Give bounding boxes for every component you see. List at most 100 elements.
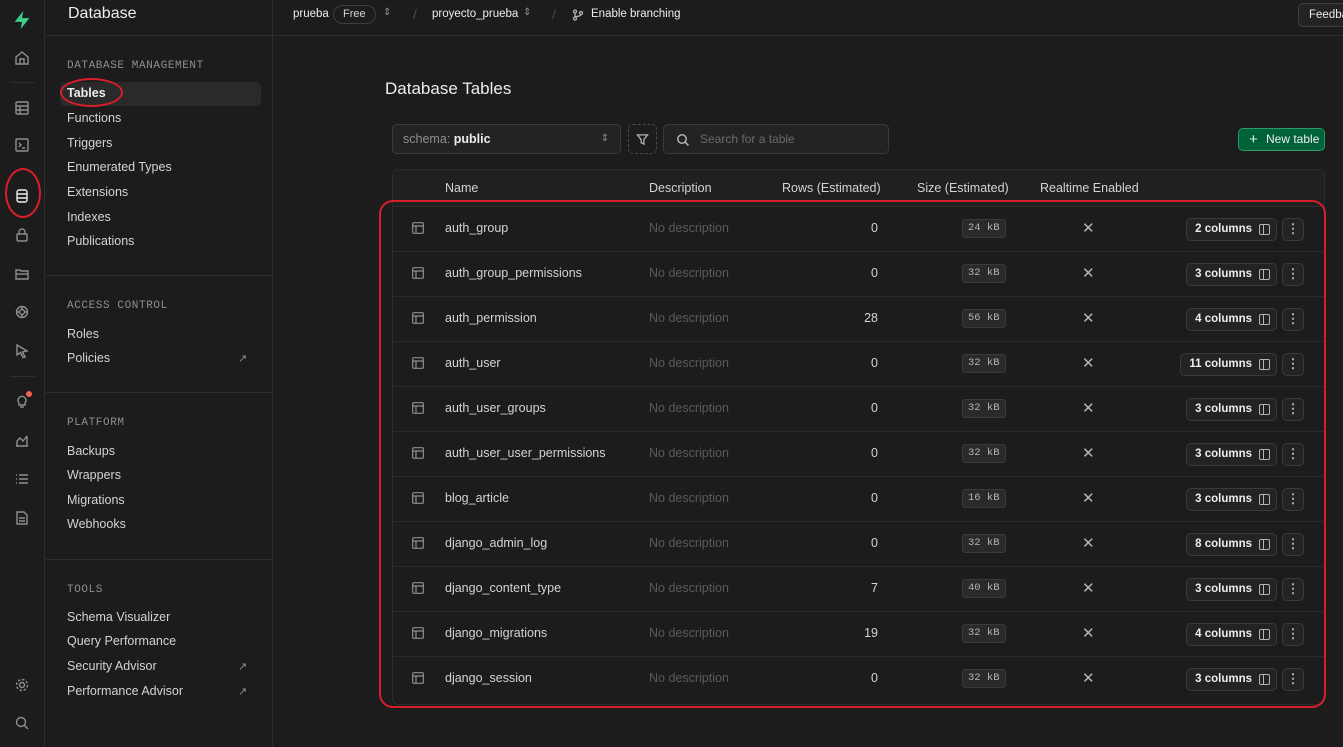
storage-icon[interactable] (10, 262, 34, 286)
realtime-disabled-icon: ✕ (1082, 265, 1095, 282)
filter-button[interactable] (628, 124, 657, 154)
table-name[interactable]: django_migrations (445, 626, 547, 640)
table-name[interactable]: auth_group_permissions (445, 266, 582, 280)
table-name[interactable]: auth_group (445, 221, 508, 235)
edge-functions-icon[interactable] (10, 339, 34, 363)
table-name[interactable]: auth_user (445, 356, 501, 370)
table-size: 32 kB (962, 399, 1006, 418)
docs-icon[interactable] (10, 506, 34, 530)
realtime-disabled-icon: ✕ (1082, 400, 1095, 417)
table-row[interactable]: django_admin_log No description 0 32 kB … (393, 522, 1324, 567)
columns-label: 4 columns (1195, 628, 1252, 640)
columns-button[interactable]: 11 columns (1180, 353, 1277, 376)
table-name[interactable]: blog_article (445, 491, 509, 505)
supabase-logo-icon[interactable] (10, 8, 34, 32)
columns-button[interactable]: 3 columns (1186, 398, 1277, 421)
more-options-icon[interactable]: ⋮ (1282, 398, 1304, 421)
divider (46, 275, 272, 276)
table-name[interactable]: auth_permission (445, 311, 537, 325)
chevron-updown-icon[interactable]: ⇕ (523, 7, 531, 18)
more-options-icon[interactable]: ⋮ (1282, 443, 1304, 466)
breadcrumb-org[interactable]: prueba (293, 8, 329, 20)
more-options-icon[interactable]: ⋮ (1282, 308, 1304, 331)
table-row[interactable]: auth_user_user_permissions No descriptio… (393, 432, 1324, 477)
more-options-icon[interactable]: ⋮ (1282, 353, 1304, 376)
table-icon (412, 402, 426, 416)
advisors-icon[interactable] (10, 389, 34, 413)
enable-branching-button[interactable]: Enable branching (591, 8, 681, 20)
table-name[interactable]: auth_user_user_permissions (445, 446, 606, 460)
feedback-button[interactable]: Feedback (1298, 3, 1343, 27)
table-row[interactable]: auth_permission No description 28 56 kB … (393, 297, 1324, 342)
schema-select[interactable]: schema: public ⇕ (392, 124, 621, 154)
sql-editor-icon[interactable] (10, 133, 34, 157)
divider (46, 392, 272, 393)
settings-icon[interactable] (10, 673, 34, 697)
columns-button[interactable]: 2 columns (1186, 218, 1277, 241)
sidebar-item-migrations[interactable]: Migrations (67, 493, 125, 507)
realtime-disabled-icon: ✕ (1082, 625, 1095, 642)
sidebar-item-schema-visualizer[interactable]: Schema Visualizer (67, 610, 170, 624)
reports-icon[interactable] (10, 428, 34, 452)
realtime-icon[interactable] (10, 300, 34, 324)
search-input[interactable] (700, 125, 880, 153)
sidebar-item-query-performance[interactable]: Query Performance (67, 634, 176, 648)
table-name[interactable]: django_content_type (445, 581, 561, 595)
columns-button[interactable]: 4 columns (1186, 308, 1277, 331)
more-options-icon[interactable]: ⋮ (1282, 488, 1304, 511)
database-icon[interactable] (10, 184, 34, 208)
columns-button[interactable]: 4 columns (1186, 623, 1277, 646)
columns-button[interactable]: 3 columns (1186, 263, 1277, 286)
sidebar-item-functions[interactable]: Functions (67, 111, 121, 125)
sidebar-item-tables[interactable]: Tables (67, 86, 106, 100)
chevron-updown-icon[interactable]: ⇕ (383, 7, 391, 18)
sidebar-item-triggers[interactable]: Triggers (67, 136, 112, 150)
realtime-disabled-icon: ✕ (1082, 310, 1095, 327)
more-options-icon[interactable]: ⋮ (1282, 533, 1304, 556)
columns-button[interactable]: 3 columns (1186, 488, 1277, 511)
table-row[interactable]: auth_user No description 0 32 kB ✕ 11 co… (393, 342, 1324, 387)
sidebar-item-indexes[interactable]: Indexes (67, 210, 111, 224)
sidebar-item-performance-advisor[interactable]: Performance Advisor (67, 684, 183, 698)
table-row[interactable]: django_session No description 0 32 kB ✕ … (393, 657, 1324, 702)
table-name[interactable]: django_admin_log (445, 536, 547, 550)
table-name[interactable]: django_session (445, 671, 532, 685)
sidebar-item-extensions[interactable]: Extensions (67, 185, 128, 199)
columns-button[interactable]: 3 columns (1186, 443, 1277, 466)
table-search[interactable] (663, 124, 889, 154)
auth-lock-icon[interactable] (10, 223, 34, 247)
sidebar-item-publications[interactable]: Publications (67, 234, 134, 248)
columns-label: 3 columns (1195, 268, 1252, 280)
table-row[interactable]: auth_group No description 0 24 kB ✕ 2 co… (393, 207, 1324, 252)
logs-icon[interactable] (10, 467, 34, 491)
table-row[interactable]: auth_group_permissions No description 0 … (393, 252, 1324, 297)
sidebar-item-webhooks[interactable]: Webhooks (67, 517, 126, 531)
search-icon[interactable] (10, 711, 34, 735)
table-icon (412, 267, 426, 281)
sidebar-item-roles[interactable]: Roles (67, 327, 99, 341)
sidebar-item-wrappers[interactable]: Wrappers (67, 468, 121, 482)
table-row[interactable]: blog_article No description 0 16 kB ✕ 3 … (393, 477, 1324, 522)
breadcrumb-project[interactable]: proyecto_prueba (432, 8, 518, 20)
breadcrumb-separator: / (413, 6, 417, 22)
sidebar-item-policies[interactable]: Policies (67, 351, 110, 365)
sidebar-item-enumerated-types[interactable]: Enumerated Types (67, 160, 172, 174)
more-options-icon[interactable]: ⋮ (1282, 578, 1304, 601)
more-options-icon[interactable]: ⋮ (1282, 263, 1304, 286)
more-options-icon[interactable]: ⋮ (1282, 668, 1304, 691)
realtime-disabled-icon: ✕ (1082, 220, 1095, 237)
columns-button[interactable]: 3 columns (1186, 668, 1277, 691)
table-name[interactable]: auth_user_groups (445, 401, 546, 415)
columns-button[interactable]: 8 columns (1186, 533, 1277, 556)
table-row[interactable]: auth_user_groups No description 0 32 kB … (393, 387, 1324, 432)
sidebar-item-backups[interactable]: Backups (67, 444, 115, 458)
table-editor-icon[interactable] (10, 96, 34, 120)
more-options-icon[interactable]: ⋮ (1282, 218, 1304, 241)
columns-button[interactable]: 3 columns (1186, 578, 1277, 601)
sidebar-item-security-advisor[interactable]: Security Advisor (67, 659, 157, 673)
home-icon[interactable] (10, 46, 34, 70)
table-row[interactable]: django_migrations No description 19 32 k… (393, 612, 1324, 657)
new-table-button[interactable]: + New table (1238, 128, 1325, 151)
more-options-icon[interactable]: ⋮ (1282, 623, 1304, 646)
table-row[interactable]: django_content_type No description 7 40 … (393, 567, 1324, 612)
